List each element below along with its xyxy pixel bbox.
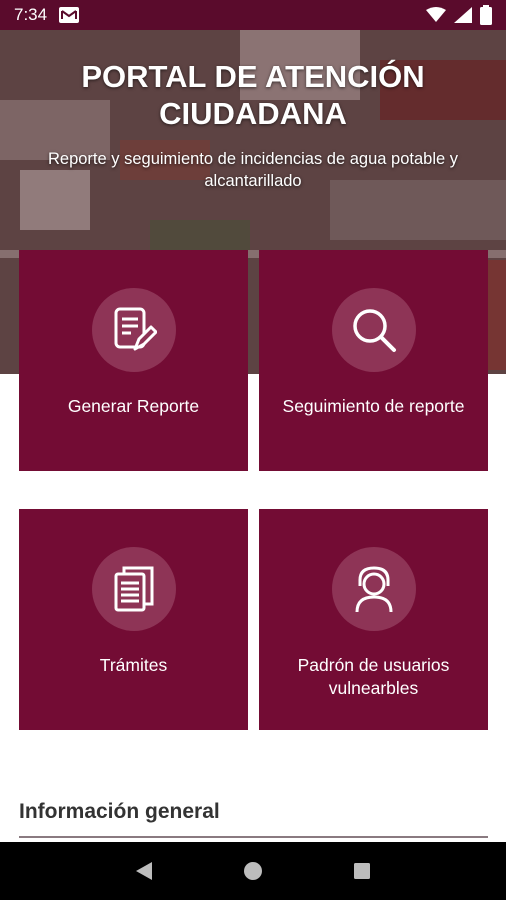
mail-icon	[59, 7, 80, 23]
card-label: Seguimiento de reporte	[282, 396, 465, 416]
home-icon	[243, 862, 262, 880]
back-button[interactable]	[124, 851, 164, 891]
home-button[interactable]	[233, 851, 273, 891]
section-title: Información general	[19, 800, 220, 823]
status-icons	[426, 5, 492, 25]
tramites-button[interactable]: Trámites	[19, 509, 248, 730]
recents-icon	[353, 863, 370, 879]
padron-usuarios-button[interactable]: Padrón de usuarios vulnearbles	[259, 509, 488, 730]
seguimiento-reporte-button[interactable]: Seguimiento de reporte	[259, 250, 488, 471]
search-icon	[332, 288, 416, 372]
page-subtitle: Reporte y seguimiento de incidencias de …	[47, 150, 459, 190]
wifi-icon	[426, 7, 446, 22]
edit-document-icon	[92, 288, 176, 372]
status-bar: 7:34	[0, 0, 506, 30]
card-label: Generar Reporte	[67, 396, 200, 416]
documents-icon	[92, 547, 176, 631]
page-title: PORTAL DE ATENCIÓN CIUDADANA	[81, 59, 425, 131]
section-divider	[19, 836, 488, 838]
battery-icon	[480, 5, 492, 25]
recents-button[interactable]	[342, 851, 382, 891]
generar-reporte-button[interactable]: Generar Reporte	[19, 250, 248, 471]
status-time: 7:34	[14, 5, 48, 24]
card-label: Padrón de usuarios vulnearbles	[297, 655, 450, 698]
card-label: Trámites	[99, 655, 168, 675]
back-icon	[136, 862, 153, 880]
navigation-bar	[0, 842, 506, 900]
user-headset-icon	[332, 547, 416, 631]
signal-icon	[454, 7, 472, 23]
